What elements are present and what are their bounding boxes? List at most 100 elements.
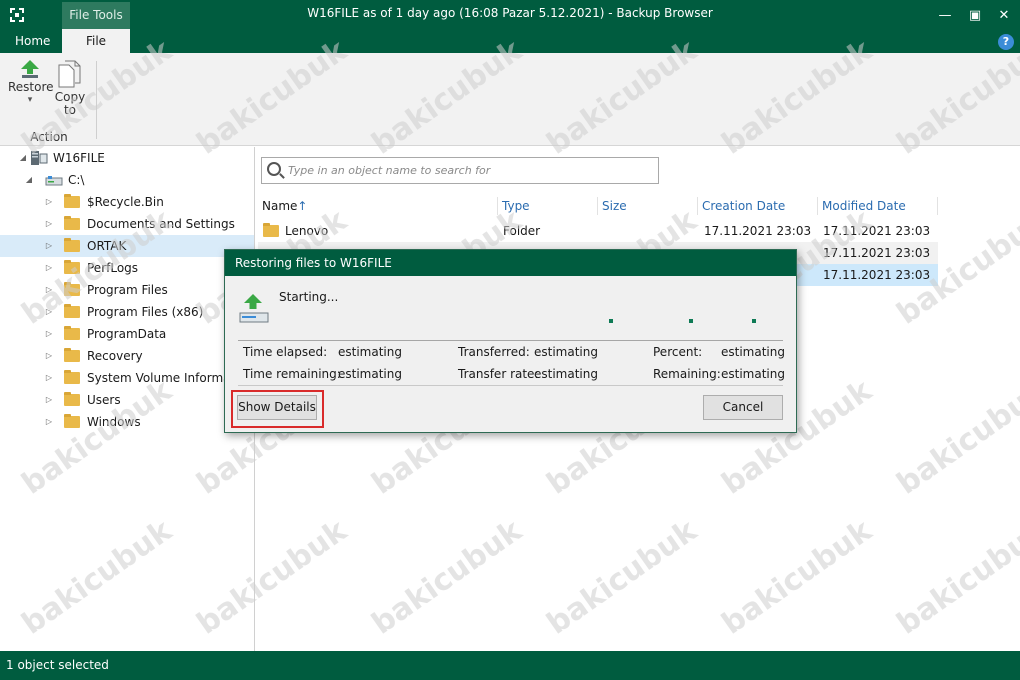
expand-arrow-icon[interactable]: ▷ (44, 323, 54, 345)
tree-folder-label: Program Files (87, 283, 168, 297)
tree-folder-label: ORTAK (87, 239, 127, 253)
ribbon-group-action-label: Action (30, 130, 68, 144)
time-remaining-label: Time remaining: (243, 367, 341, 381)
tree-folder-label: ProgramData (87, 327, 167, 341)
folder-icon (64, 216, 80, 230)
tree-node-folder[interactable]: ▷ ProgramData (0, 323, 254, 345)
folder-icon (263, 223, 279, 237)
drive-icon (45, 176, 63, 186)
progress-dot (752, 319, 756, 323)
search-input[interactable] (288, 161, 648, 180)
column-header-name[interactable]: Name↑ (258, 195, 498, 217)
minimize-button[interactable]: — (931, 4, 959, 28)
cancel-button[interactable]: Cancel (703, 395, 783, 420)
folder-icon (64, 326, 80, 340)
folder-icon (64, 414, 80, 428)
remaining-label: Remaining: (653, 367, 721, 381)
watermark-text: bakicubuk (365, 513, 529, 642)
column-header-modified-date[interactable]: Modified Date (818, 195, 938, 217)
tree-node-folder[interactable]: ▷ Program Files (x86) (0, 301, 254, 323)
maximize-button[interactable]: ▣ (961, 4, 989, 28)
server-icon (31, 151, 48, 165)
expand-arrow-icon[interactable]: ▷ (44, 235, 54, 257)
time-elapsed-value: estimating (338, 345, 402, 359)
tree-node-root[interactable]: ◢ W16FILE (0, 147, 254, 169)
row-modified-date: 17.11.2021 23:03 (823, 268, 931, 282)
folder-icon (64, 304, 80, 318)
close-button[interactable]: ✕ (990, 4, 1018, 28)
expand-arrow-icon[interactable]: ▷ (44, 213, 54, 235)
column-header-type[interactable]: Type (498, 195, 598, 217)
tree-folder-label: Program Files (x86) (87, 305, 204, 319)
folder-icon (64, 392, 80, 406)
tree-node-folder[interactable]: ▷ ORTAK (0, 235, 254, 257)
expand-arrow-icon[interactable]: ▷ (44, 257, 54, 279)
progress-dot (689, 319, 693, 323)
ribbon: Restore ▾ Copy to Action (0, 53, 1020, 146)
tree-folder-label: Users (87, 393, 121, 407)
collapse-arrow-icon[interactable]: ◢ (18, 147, 28, 169)
tree-node-folder[interactable]: ▷ Users (0, 389, 254, 411)
tree-node-folder[interactable]: ▷ Windows (0, 411, 254, 433)
tree-root-label: W16FILE (53, 151, 105, 165)
tree-folder-label: $Recycle.Bin (87, 195, 164, 209)
percent-value: estimating (721, 345, 785, 359)
row-name: Lenovo (285, 224, 329, 238)
row-creation-date: 17.11.2021 23:03 (704, 224, 812, 238)
tab-home[interactable]: Home (2, 29, 63, 53)
tree-folder-label: Windows (87, 415, 141, 429)
restore-arrow-icon (21, 60, 39, 78)
collapse-arrow-icon[interactable]: ◢ (24, 169, 34, 191)
column-name-label: Name (262, 199, 298, 213)
dialog-title: Restoring files to W16FILE (225, 250, 796, 276)
expand-arrow-icon[interactable]: ▷ (44, 367, 54, 389)
watermark-text: bakicubuk (890, 513, 1020, 642)
row-modified-date: 17.11.2021 23:03 (823, 246, 931, 260)
expand-arrow-icon[interactable]: ▷ (44, 191, 54, 213)
transferred-label: Transferred: (458, 345, 530, 359)
tree-node-folder[interactable]: ▷ System Volume Information (0, 367, 254, 389)
folder-icon (64, 348, 80, 362)
column-header-size[interactable]: Size (598, 195, 698, 217)
tab-file[interactable]: File (62, 29, 130, 53)
expand-arrow-icon[interactable]: ▷ (44, 301, 54, 323)
expand-arrow-icon[interactable]: ▷ (44, 345, 54, 367)
time-elapsed-label: Time elapsed: (243, 345, 328, 359)
watermark-text: bakicubuk (890, 373, 1020, 502)
copy-documents-icon (58, 60, 81, 88)
tree-node-folder[interactable]: ▷ PerfLogs (0, 257, 254, 279)
expand-arrow-icon[interactable]: ▷ (44, 389, 54, 411)
copy-to-label-line2: to (63, 103, 77, 117)
dialog-status-text: Starting... (279, 290, 339, 304)
copy-to-button[interactable]: Copy to (52, 59, 88, 117)
window-title: W16FILE as of 1 day ago (16:08 Pazar 5.1… (307, 6, 713, 20)
folder-icon (64, 194, 80, 208)
restore-button[interactable]: Restore ▾ (8, 59, 54, 107)
tree-node-folder[interactable]: ▷ Recovery (0, 345, 254, 367)
time-remaining-value: estimating (338, 367, 402, 381)
progress-dot (609, 319, 613, 323)
expand-arrow-icon[interactable]: ▷ (44, 411, 54, 433)
tree-node-folder[interactable]: ▷ Documents and Settings (0, 213, 254, 235)
table-row[interactable]: Lenovo Folder 17.11.2021 23:03 17.11.202… (258, 220, 938, 242)
search-box[interactable] (261, 157, 659, 184)
tree-node-folder[interactable]: ▷ $Recycle.Bin (0, 191, 254, 213)
remaining-value: estimating (721, 367, 785, 381)
folder-tree[interactable]: ◢ W16FILE ◢ C:\ ▷ $Recycle.Bin ▷ Documents … (0, 147, 255, 651)
search-icon (267, 162, 281, 176)
tree-node-drive[interactable]: ◢ C:\ (0, 169, 254, 191)
show-details-button[interactable]: Show Details (237, 395, 317, 420)
watermark-text: bakicubuk (540, 513, 704, 642)
tree-node-folder[interactable]: ▷ Program Files (0, 279, 254, 301)
tree-drive-label: C:\ (68, 173, 85, 187)
column-header-creation-date[interactable]: Creation Date (698, 195, 818, 217)
status-bar: 1 object selected (0, 651, 1020, 680)
tree-folder-label: PerfLogs (87, 261, 139, 275)
restore-dropdown-icon[interactable]: ▾ (8, 94, 52, 107)
expand-arrow-icon[interactable]: ▷ (44, 279, 54, 301)
folder-icon (64, 282, 80, 296)
ribbon-group-separator (96, 61, 97, 139)
column-separator[interactable] (937, 197, 938, 215)
title-bar: File Tools W16FILE as of 1 day ago (16:0… (0, 0, 1020, 53)
help-icon[interactable]: ? (998, 34, 1014, 50)
